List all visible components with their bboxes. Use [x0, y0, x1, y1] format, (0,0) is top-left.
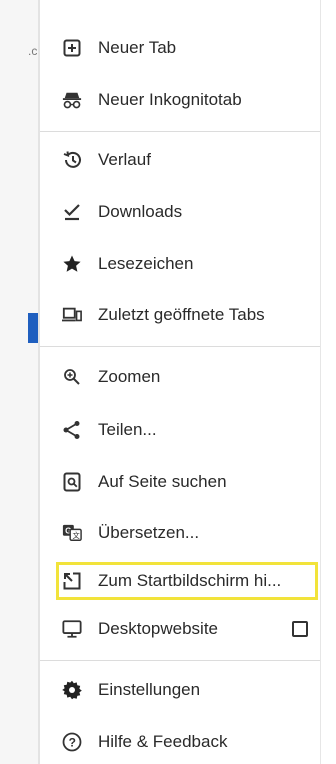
- menu-item-label: Downloads: [98, 202, 183, 221]
- menu-item-label: Desktopwebsite: [98, 619, 219, 638]
- menu-item-label: Lesezeichen: [98, 254, 194, 273]
- menu-item-label: Neuer Inkognitotab: [98, 90, 242, 109]
- menu-item-label: Auf Seite suchen: [98, 472, 227, 491]
- menu-item-label: Zoomen: [98, 367, 161, 386]
- menu-item-incognito[interactable]: Neuer Inkognitotab: [40, 80, 320, 120]
- menu-item-share[interactable]: Teilen...: [40, 410, 320, 450]
- menu-item-bookmarks[interactable]: Lesezeichen: [40, 244, 320, 284]
- menu-divider: [40, 660, 320, 661]
- menu-item-settings[interactable]: Einstellungen: [40, 670, 320, 710]
- share-icon: [62, 420, 82, 440]
- zoom-icon: [62, 367, 82, 387]
- svg-text:文: 文: [72, 531, 80, 540]
- menu-item-label: Einstellungen: [98, 680, 201, 699]
- menu-item-label: Verlauf: [98, 150, 151, 169]
- menu-item-find-in-page[interactable]: Auf Seite suchen: [40, 462, 320, 502]
- menu-item-new-tab[interactable]: Neuer Tab: [40, 28, 320, 68]
- menu-item-label: Neuer Tab: [98, 38, 177, 57]
- help-icon: ?: [62, 732, 82, 752]
- menu-item-label: Übersetzen...: [98, 523, 200, 542]
- highlight-box: [56, 562, 318, 600]
- gear-icon: [62, 680, 82, 700]
- star-icon: [62, 254, 82, 274]
- download-icon: [62, 202, 82, 222]
- menu-item-label: Hilfe & Feedback: [98, 732, 228, 751]
- translate-icon: G文: [62, 523, 82, 543]
- menu-right-edge: [320, 0, 321, 764]
- menu-item-recent-tabs[interactable]: Zuletzt geöffnete Tabs: [40, 295, 320, 335]
- menu-item-translate[interactable]: G文 Übersetzen...: [40, 513, 320, 553]
- overflow-menu: Neuer Tab Neuer Inkognitotab Verlauf Dow…: [40, 0, 336, 764]
- menu-item-label: Zuletzt geöffnete Tabs: [98, 305, 265, 324]
- desktop-icon: [62, 619, 82, 639]
- history-icon: [62, 150, 82, 170]
- recent-tabs-icon: [62, 305, 82, 325]
- svg-text:?: ?: [69, 736, 76, 750]
- menu-item-history[interactable]: Verlauf: [40, 140, 320, 180]
- menu-item-help-feedback[interactable]: ? Hilfe & Feedback: [40, 722, 320, 762]
- menu-item-desktop-site[interactable]: Desktopwebsite: [40, 609, 320, 649]
- background-page-fragment: .c: [28, 44, 38, 58]
- incognito-icon: [62, 90, 82, 110]
- menu-item-label: Teilen...: [98, 420, 157, 439]
- find-in-page-icon: [62, 472, 82, 492]
- menu-divider: [40, 346, 320, 347]
- background-page: [0, 0, 40, 764]
- menu-divider: [40, 131, 320, 132]
- desktop-site-checkbox[interactable]: [292, 621, 308, 637]
- new-tab-icon: [62, 38, 82, 58]
- menu-item-downloads[interactable]: Downloads: [40, 192, 320, 232]
- menu-item-zoom[interactable]: Zoomen: [40, 357, 320, 397]
